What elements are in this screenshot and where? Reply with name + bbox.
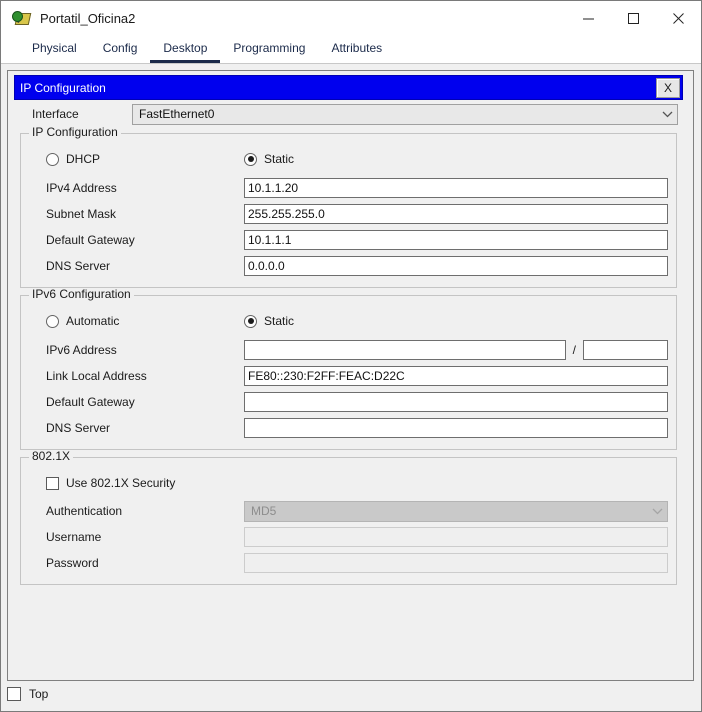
link-local-address-input[interactable]: FE80::230:F2FF:FEAC:D22C [244,366,668,386]
ipv4-dhcp-option[interactable]: DHCP [29,152,244,166]
authentication-label: Authentication [46,504,123,518]
radio-icon-static [244,152,257,166]
device-tabs: Physical Config Desktop Programming Attr… [1,36,701,64]
window-title: Portatil_Oficina2 [40,11,136,26]
ipv6-address-label: IPv6 Address [46,343,117,357]
desktop-panel: IP Configuration X Interface FastEtherne… [7,70,694,681]
username-label: Username [46,530,102,544]
ipv6-configuration-group: IPv6 Configuration Automatic Static IPv6… [20,288,677,450]
tab-physical[interactable]: Physical [19,41,90,63]
ipv6-dns-server-row: DNS Server [29,415,668,441]
radio-icon-ipv6-static [244,314,257,328]
ipv6-static-label: Static [264,314,295,328]
ipv4-default-gateway-input[interactable]: 10.1.1.1 [244,230,668,250]
interface-row: Interface FastEthernet0 [14,100,683,126]
ipv4-dns-server-input[interactable]: 0.0.0.0 [244,256,668,276]
ip-configuration-titlebar: IP Configuration X [14,75,683,100]
tab-desktop[interactable]: Desktop [150,41,221,63]
ipv6-automatic-option[interactable]: Automatic [29,314,244,328]
packet-tracer-icon [12,10,32,28]
ipv4-mode-row: DHCP Static [29,147,668,171]
packet-tracer-device-window: Portatil_Oficina2 Physical Config Deskto… [0,0,702,712]
ipv4-static-label: Static [264,152,295,166]
password-row: Password [29,550,668,576]
ipv4-address-input[interactable]: 10.1.1.20 [244,178,668,198]
desktop-tab-content: IP Configuration X Interface FastEtherne… [1,64,701,711]
ipv4-dns-server-label: DNS Server [46,259,111,273]
ipv6-prefix-separator: / [572,343,576,357]
ipv6-static-option[interactable]: Static [244,314,294,328]
radio-icon-dhcp [46,152,59,166]
checkbox-icon-top [7,687,21,701]
use-802-1x-security-label: Use 802.1X Security [66,476,176,490]
authentication-value: MD5 [251,504,277,518]
ipv4-configuration-group: IP Configuration DHCP Static IPv4 Addres… [20,126,677,288]
interface-label: Interface [32,107,79,121]
ip-configuration-dialog: IP Configuration X Interface FastEtherne… [14,75,683,585]
ipv6-group-title: IPv6 Configuration [29,288,134,300]
ipv6-mode-row: Automatic Static [29,309,668,333]
username-row: Username [29,524,668,550]
ipv6-default-gateway-row: Default Gateway [29,389,668,415]
radio-icon-automatic [46,314,59,328]
tab-config[interactable]: Config [90,41,151,63]
window-controls [566,1,701,36]
ipv6-address-input[interactable] [244,340,566,360]
minimize-button[interactable] [566,1,611,36]
ipv4-dns-server-row: DNS Server 0.0.0.0 [29,253,668,279]
link-local-address-row: Link Local Address FE80::230:F2FF:FEAC:D… [29,363,668,389]
ipv6-dns-server-input[interactable] [244,418,668,438]
ipv6-dns-server-label: DNS Server [46,421,111,435]
ipv4-address-label: IPv4 Address [46,181,117,195]
use-802-1x-security-checkbox-row[interactable]: Use 802.1X Security [29,471,668,495]
top-checkbox-label: Top [29,687,49,701]
dot1x-group-title: 802.1X [29,450,74,462]
subnet-mask-input[interactable]: 255.255.255.0 [244,204,668,224]
tab-programming[interactable]: Programming [220,41,318,63]
link-local-address-label: Link Local Address [46,369,147,383]
maximize-button[interactable] [611,1,656,36]
checkbox-icon-use-802-1x [46,476,59,490]
password-label: Password [46,556,99,570]
ip-configuration-body: Interface FastEthernet0 IP Configuration [14,100,683,585]
ipv6-default-gateway-input[interactable] [244,392,668,412]
subnet-mask-label: Subnet Mask [46,207,117,221]
ipv6-address-row: IPv6 Address / [29,337,668,363]
subnet-mask-row: Subnet Mask 255.255.255.0 [29,201,668,227]
interface-dropdown[interactable]: FastEthernet0 [132,103,678,125]
ipv4-dhcp-label: DHCP [66,152,101,166]
close-button[interactable] [656,1,701,36]
ipv4-default-gateway-row: Default Gateway 10.1.1.1 [29,227,668,253]
ipv4-address-row: IPv4 Address 10.1.1.20 [29,175,668,201]
ipv6-automatic-label: Automatic [66,314,120,328]
authentication-row: Authentication MD5 [29,498,668,524]
authentication-dropdown[interactable]: MD5 [244,500,668,522]
ipv6-default-gateway-label: Default Gateway [46,395,135,409]
top-checkbox-row[interactable]: Top [7,684,48,704]
username-input[interactable] [244,527,668,547]
dot1x-group: 802.1X Use 802.1X Security Authenticatio… [20,450,677,585]
password-input[interactable] [244,553,668,573]
chevron-down-icon-authentication [651,505,663,517]
ip-configuration-title: IP Configuration [20,80,106,95]
chevron-down-icon [661,108,673,120]
ipv4-default-gateway-label: Default Gateway [46,233,135,247]
ip-configuration-close-button[interactable]: X [656,78,680,98]
interface-value: FastEthernet0 [139,107,215,121]
window-titlebar: Portatil_Oficina2 [1,1,701,36]
tab-attributes[interactable]: Attributes [318,41,395,63]
ipv4-group-title: IP Configuration [29,126,121,138]
ipv4-static-option[interactable]: Static [244,152,294,166]
ipv6-prefix-input[interactable] [583,340,668,360]
